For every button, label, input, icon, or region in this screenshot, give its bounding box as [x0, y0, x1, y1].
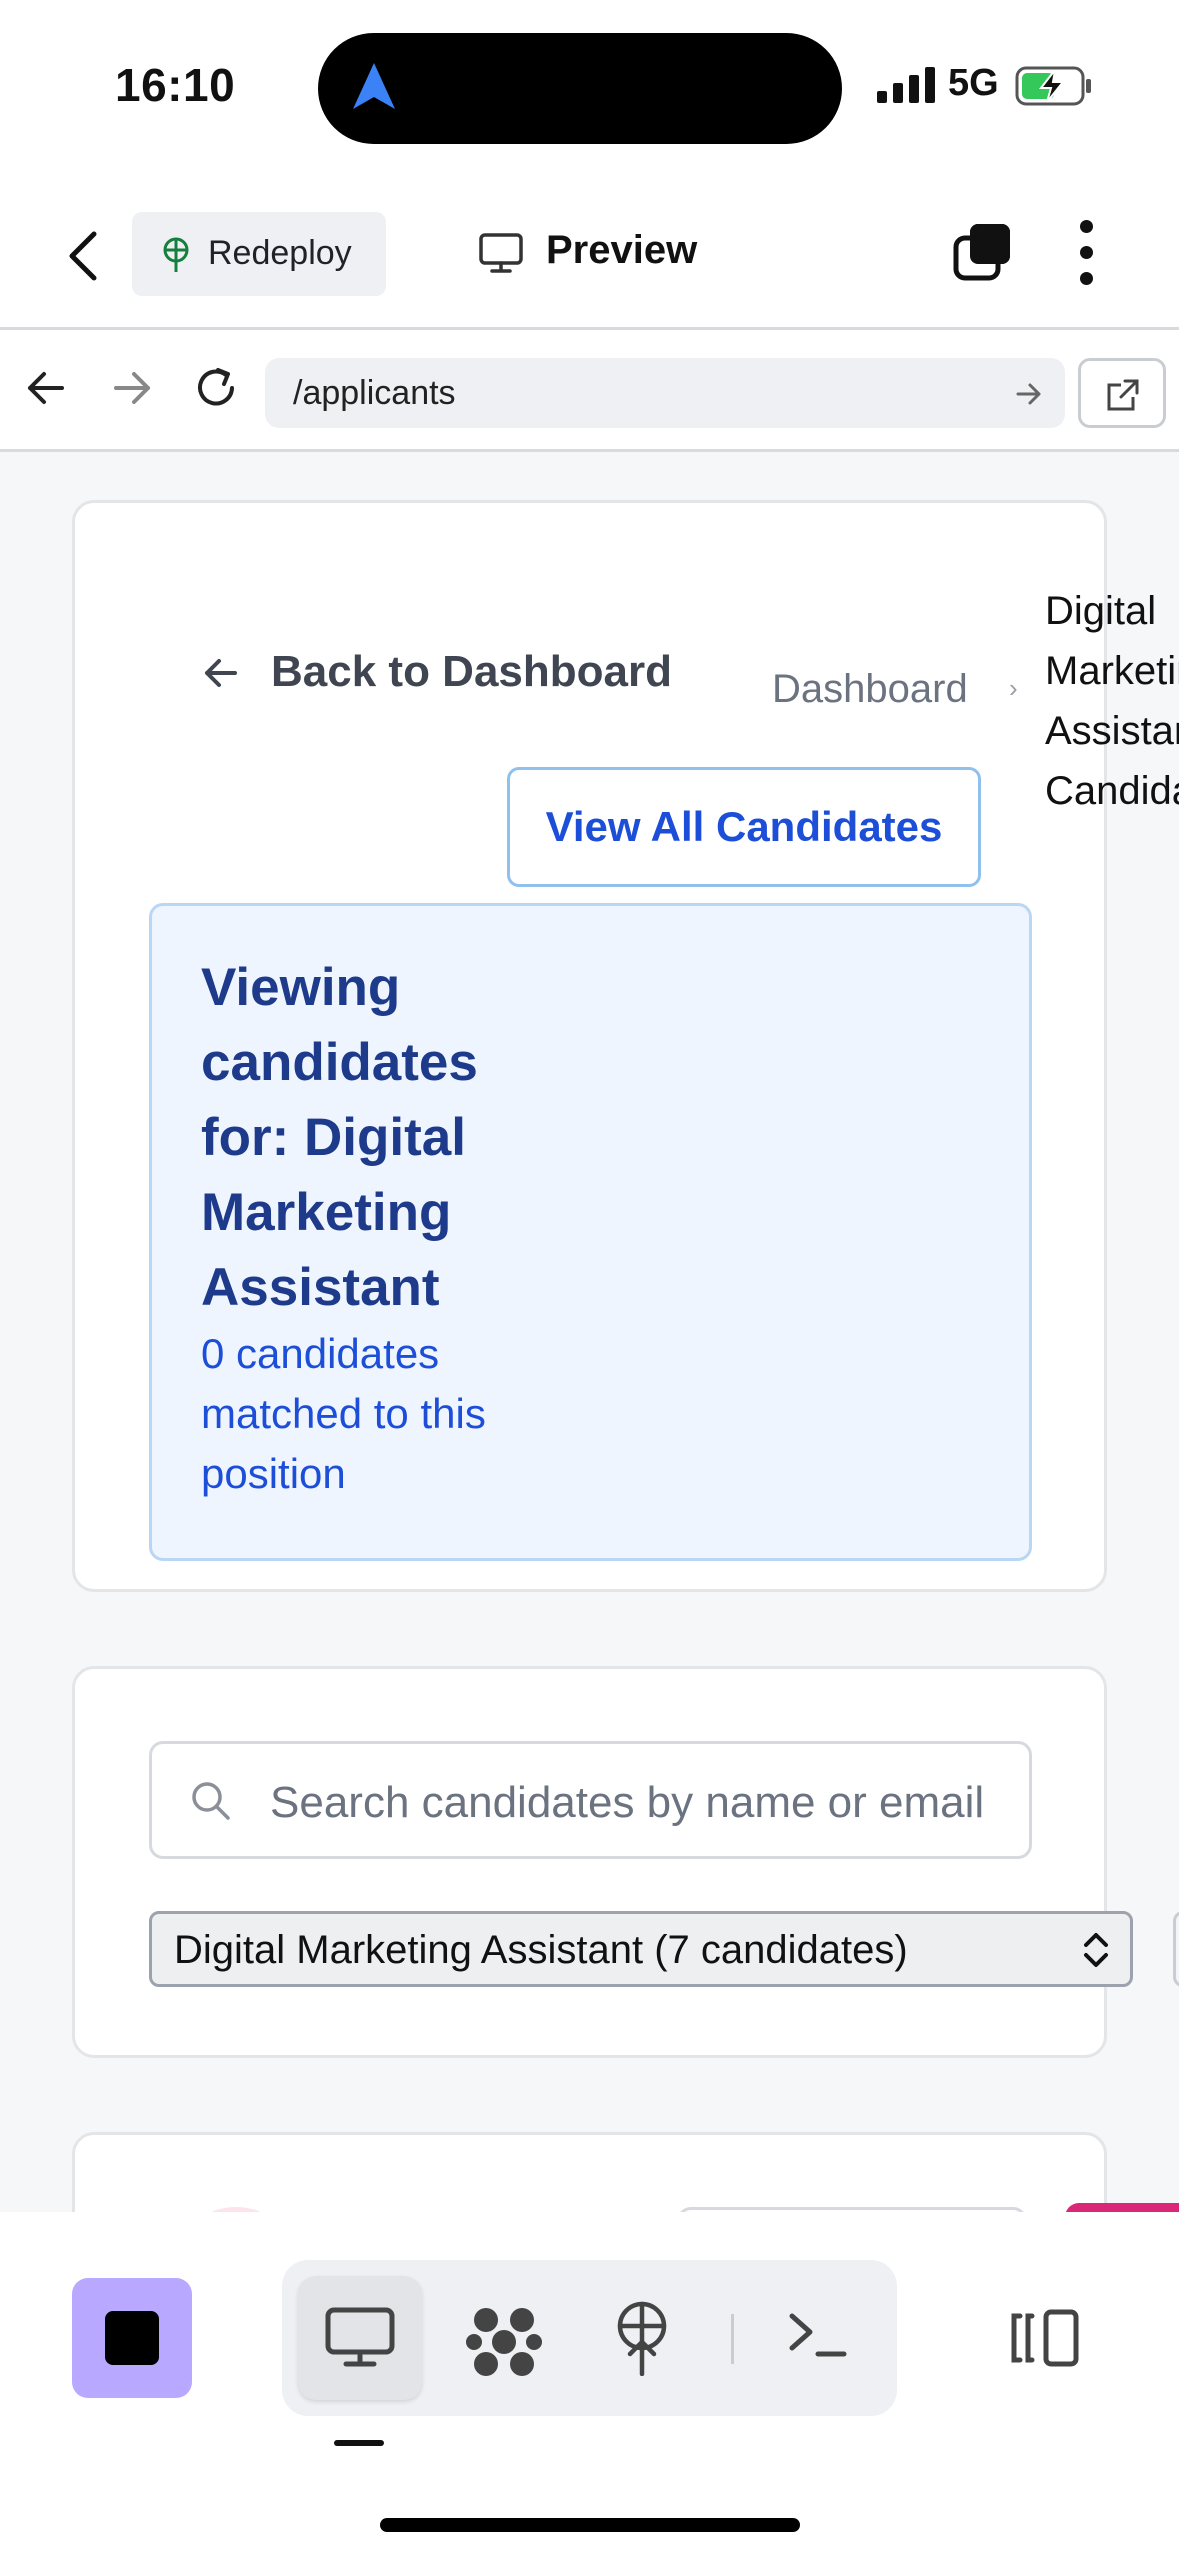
status-badge	[1065, 2203, 1179, 2212]
breadcrumb-current: Digital Marketing Assistant Candidates	[1045, 589, 1179, 813]
candidate-card	[72, 2132, 1179, 2212]
antenna-icon[interactable]	[612, 2300, 672, 2376]
banner-title: Viewing candidates for: Digital Marketin…	[201, 958, 478, 1317]
position-banner: Viewing candidates for: Digital Marketin…	[149, 903, 1032, 1561]
arrow-right-icon[interactable]	[110, 366, 154, 410]
url-text: /applicants	[293, 374, 456, 412]
external-link-icon	[1107, 379, 1139, 411]
search-input[interactable]: Search candidates by name or email	[149, 1741, 1032, 1859]
view-switcher	[282, 2260, 897, 2416]
page-content: Back to Dashboard Dashboard › Digital Ma…	[0, 452, 1179, 2212]
stop-icon	[105, 2311, 159, 2365]
back-to-dashboard-label: Back to Dashboard	[271, 647, 672, 696]
banner-subtitle: 0 candidates matched to this position	[201, 1330, 486, 1497]
location-arrow-icon	[353, 63, 395, 109]
more-vertical-icon[interactable]	[1072, 220, 1102, 290]
browser-bar: /applicants	[0, 330, 1179, 452]
back-to-dashboard-link[interactable]: Back to Dashboard	[201, 647, 672, 698]
breadcrumb-separator: ›	[1009, 673, 1018, 703]
tabs-icon[interactable]	[952, 220, 1014, 282]
breadcrumb-dashboard[interactable]: Dashboard	[772, 667, 968, 712]
antenna-icon	[163, 237, 189, 272]
battery-charging-icon	[1015, 66, 1091, 106]
search-placeholder: Search candidates by name or email	[270, 1778, 985, 1827]
search-icon	[192, 1782, 230, 1820]
switcher-divider	[731, 2314, 734, 2364]
filter-card: Search candidates by name or email Digit…	[72, 1666, 1179, 2058]
monitor-icon	[479, 233, 523, 273]
secondary-select[interactable]	[1173, 1911, 1179, 1987]
header-card: Back to Dashboard Dashboard › Digital Ma…	[72, 500, 1179, 1592]
terminal-icon[interactable]	[788, 2310, 848, 2360]
chevron-up-down-icon	[1084, 1933, 1108, 1967]
open-external-button[interactable]	[1078, 358, 1166, 428]
network-type: 5G	[948, 62, 999, 104]
status-time: 16:10	[115, 59, 236, 111]
split-view-icon[interactable]	[1010, 2308, 1080, 2368]
status-bar: 16:10 5G	[0, 0, 1179, 180]
preview-label: Preview	[546, 228, 698, 272]
position-select-value: Digital Marketing Assistant (7 candidate…	[174, 1928, 908, 1972]
redeploy-button[interactable]: Redeploy	[132, 212, 386, 296]
dynamic-island	[318, 33, 842, 144]
active-indicator	[334, 2440, 384, 2446]
app-toolbar: Redeploy Preview	[0, 180, 1179, 330]
home-indicator	[380, 2518, 800, 2532]
arrow-left-icon	[205, 659, 237, 687]
reload-icon[interactable]	[190, 362, 242, 414]
back-chevron-icon[interactable]	[60, 228, 110, 284]
redeploy-label: Redeploy	[208, 234, 352, 272]
position-select[interactable]: Digital Marketing Assistant (7 candidate…	[149, 1911, 1133, 1987]
workflow-icon[interactable]	[466, 2304, 542, 2380]
go-arrow-icon[interactable]	[1015, 380, 1043, 408]
signal-icon	[877, 67, 935, 103]
view-all-candidates-button[interactable]: View All Candidates	[507, 767, 981, 887]
bottom-toolbar	[0, 2212, 1179, 2556]
url-field[interactable]: /applicants	[265, 358, 1065, 428]
monitor-icon	[325, 2307, 395, 2367]
arrow-left-icon[interactable]	[24, 366, 68, 410]
stop-button[interactable]	[72, 2278, 192, 2398]
